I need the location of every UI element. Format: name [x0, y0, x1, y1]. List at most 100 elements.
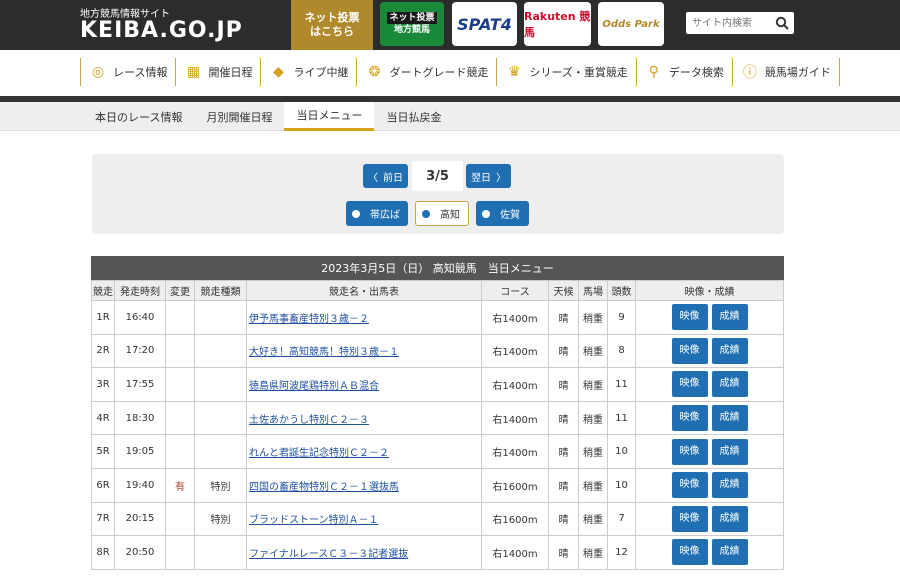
race-name-link[interactable]: れんと君誕生記念特別Ｃ２－２ [249, 448, 389, 459]
col-course: コース [481, 280, 549, 301]
video-button[interactable]: 映像 [671, 304, 708, 331]
prev-day-button[interactable]: 〈 前日 [363, 164, 408, 188]
spat4-logo[interactable]: SPAT4 [452, 2, 517, 46]
table-row: 2R 17:20 大好き！高知競馬！特別３歳－１ 右1400m 晴稍重 8 映像 成績 [91, 333, 784, 369]
horse-count: 11 [607, 400, 636, 436]
nav-schedule[interactable]: ▦ 開催日程 [175, 58, 260, 86]
race-name-link[interactable]: 伊予馬事畜産特別３歳－２ [249, 314, 369, 325]
weather: 晴 [548, 300, 579, 335]
dirt-grade-icon: ❂ [368, 64, 381, 80]
course: 右1400m [481, 434, 549, 469]
race-name-cell: 四国の畜産物特別Ｃ２－１選抜馬 [246, 467, 482, 503]
change-flag [165, 535, 195, 570]
rakuten-keiba-logo[interactable]: Rakuten 競馬 [524, 2, 591, 46]
result-button[interactable]: 成績 [711, 539, 748, 566]
nav-data-search[interactable]: ⚲ データ検索 [635, 58, 732, 86]
video-button[interactable]: 映像 [671, 472, 708, 499]
video-button[interactable]: 映像 [671, 539, 708, 566]
video-button[interactable]: 映像 [671, 405, 708, 432]
site-logo[interactable]: KEIBA.GO.JP [80, 18, 243, 43]
video-result-cell: 映像 成績 [635, 501, 784, 537]
video-button[interactable]: 映像 [671, 337, 708, 364]
venue-label: 帯広ば [370, 210, 400, 221]
nav-race-info[interactable]: ◎ レース情報 [80, 58, 175, 86]
table-row: 7R 20:15 特別 ブラッドストーン特別Ａ－１ 右1600m 晴稍重 7 映像 成績 [91, 501, 784, 537]
col-weather: 天候 [548, 280, 579, 301]
result-button[interactable]: 成績 [711, 371, 748, 398]
nav-series[interactable]: ♛ シリーズ・重賞競走 [496, 58, 635, 86]
course: 右1400m [481, 400, 549, 436]
race-number: 6R [91, 467, 115, 503]
change-flag [165, 367, 195, 402]
course: 右1600m [481, 501, 549, 537]
trophy-icon: ♛ [508, 64, 521, 80]
tab-monthly-schedule[interactable]: 月別開催日程 [194, 102, 284, 131]
result-button[interactable]: 成績 [711, 304, 748, 331]
race-name-link[interactable]: 大好き！高知競馬！特別３歳－１ [249, 347, 399, 358]
race-type [194, 400, 247, 436]
start-time: 17:20 [114, 333, 166, 369]
col-race: 競走 [91, 280, 115, 301]
chevron-left-icon: 〈 [368, 172, 378, 184]
site-search [686, 12, 794, 34]
course: 右1400m [481, 535, 549, 570]
venue-label: 佐賀 [500, 210, 520, 221]
change-flag [165, 501, 195, 537]
oddspark-logo[interactable]: Odds Park [598, 2, 664, 46]
table-row: 1R 16:40 伊予馬事畜産特別３歳－２ 右1400m 晴稍重 9 映像 成績 [91, 300, 784, 335]
horseshoe-icon: ◎ [91, 64, 105, 80]
nav-dirt-grade[interactable]: ❂ ダートグレード競走 [356, 58, 496, 86]
search-input[interactable] [686, 12, 768, 34]
tab-today-race-info[interactable]: 本日のレース情報 [83, 102, 194, 131]
net-vote-button[interactable]: ネット投票 はこちら [291, 0, 373, 50]
result-button[interactable]: 成績 [711, 505, 748, 532]
track-condition: 稍重 [578, 300, 608, 335]
race-name-link[interactable]: ファイナルレースＣ３－３記者選抜 [249, 549, 408, 560]
nav-label: シリーズ・重賞競走 [529, 66, 628, 79]
nav-venue-guide[interactable]: ⓘ 競馬場ガイド [731, 58, 840, 86]
venue-obihiro-button[interactable]: 帯広ば [346, 201, 408, 226]
nav-live[interactable]: ◆ ライブ中継 [260, 58, 356, 86]
race-name-link[interactable]: 四国の畜産物特別Ｃ２－１選抜馬 [249, 482, 399, 493]
result-button[interactable]: 成績 [711, 405, 748, 432]
course: 右1600m [481, 467, 549, 503]
race-name-link[interactable]: 土佐あかうし特別Ｃ２－３ [249, 415, 369, 426]
table-title: 2023年3月5日（日） 高知競馬 当日メニュー [91, 256, 784, 280]
race-name-cell: ファイナルレースＣ３－３記者選抜 [246, 535, 482, 570]
start-time: 20:15 [114, 501, 166, 537]
start-time: 19:40 [114, 467, 166, 503]
result-button[interactable]: 成績 [711, 337, 748, 364]
race-name-link[interactable]: 徳島県阿波尾鶏特別ＡＢ混合 [249, 381, 379, 392]
weather: 晴 [548, 535, 579, 570]
change-flag [165, 434, 195, 469]
track-condition: 稍重 [578, 501, 608, 537]
col-type: 競走種類 [194, 280, 247, 301]
venue-kochi-button[interactable]: 高知 [415, 201, 469, 226]
race-name-link[interactable]: ブラッドストーン特別Ａ－１ [249, 515, 379, 526]
next-day-label: 翌日 [471, 172, 491, 184]
table-row: 6R 19:40 有特別 四国の畜産物特別Ｃ２－１選抜馬 右1600m 晴稍重 10 映像 成績 [91, 467, 784, 503]
nav-label: レース情報 [113, 66, 168, 79]
result-button[interactable]: 成績 [711, 472, 748, 499]
tab-today-payout[interactable]: 当日払戻金 [374, 102, 453, 131]
result-button[interactable]: 成績 [711, 438, 748, 465]
col-count: 頭数 [607, 280, 636, 301]
video-button[interactable]: 映像 [671, 371, 708, 398]
chiho-keiba-vote-logo[interactable]: ネット投票 地方競馬 [380, 2, 444, 46]
race-name-cell: 伊予馬事畜産特別３歳－２ [246, 300, 482, 335]
race-number: 7R [91, 501, 115, 537]
tab-today-menu[interactable]: 当日メニュー [284, 102, 375, 131]
search-icon[interactable] [772, 13, 792, 33]
weather: 晴 [548, 501, 579, 537]
horse-count: 12 [607, 535, 636, 570]
video-button[interactable]: 映像 [671, 438, 708, 465]
venue-saga-button[interactable]: 佐賀 [476, 201, 529, 226]
course: 右1400m [481, 333, 549, 369]
next-day-button[interactable]: 翌日 〉 [466, 164, 511, 188]
change-flag [165, 400, 195, 436]
video-result-cell: 映像 成績 [635, 434, 784, 469]
table-row: 5R 19:05 れんと君誕生記念特別Ｃ２－２ 右1400m 晴稍重 10 映像 成績 [91, 434, 784, 469]
race-name-cell: 大好き！高知競馬！特別３歳－１ [246, 333, 482, 369]
video-button[interactable]: 映像 [671, 505, 708, 532]
nav-label: ライブ中継 [293, 66, 349, 79]
